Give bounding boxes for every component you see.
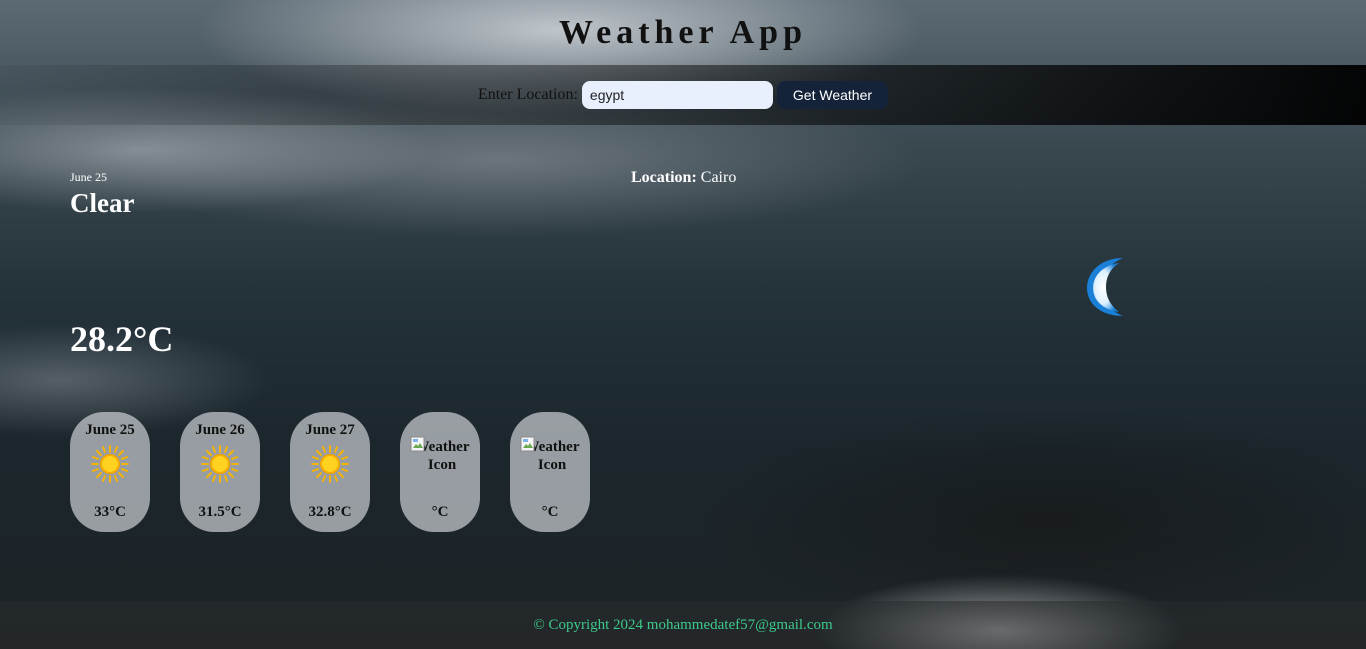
moon-icon xyxy=(1087,258,1123,316)
location-label-bold: Location: xyxy=(631,169,697,186)
current-condition: Clear xyxy=(70,188,135,218)
forecast-temp: 31.5°C xyxy=(198,504,242,520)
forecast-card: Weather Icon °C xyxy=(400,412,480,532)
search-bar: Enter Location: Get Weather xyxy=(0,65,1366,125)
forecast-temp: °C xyxy=(431,504,449,520)
forecast-temp: 33°C xyxy=(94,504,126,520)
footer: © Copyright 2024 mohammedatef57@gmail.co… xyxy=(0,601,1366,649)
forecast-date: June 26 xyxy=(195,422,245,438)
forecast-card: June 27 32.8°C xyxy=(290,412,370,532)
broken-image-glyph xyxy=(410,436,425,452)
sun-icon xyxy=(201,445,239,483)
location-input[interactable] xyxy=(581,81,773,109)
sun-icon xyxy=(91,445,129,483)
broken-image-icon: Weather Icon xyxy=(520,436,584,474)
current-temperature: 28.2°C xyxy=(70,319,174,359)
sun-icon xyxy=(311,445,349,483)
page-title: Weather App xyxy=(558,13,807,51)
copyright-text: © Copyright 2024 mohammedatef57@gmail.co… xyxy=(533,616,833,633)
location-label: Enter Location: xyxy=(477,86,578,103)
forecast-date: June 27 xyxy=(305,422,355,438)
broken-image-icon: Weather Icon xyxy=(410,436,474,474)
current-date: June 25 xyxy=(70,170,107,184)
location-display: Location: Cairo xyxy=(631,169,736,187)
forecast-card: June 26 31.5°C xyxy=(180,412,260,532)
forecast-card: Weather Icon °C xyxy=(510,412,590,532)
forecast-temp: 32.8°C xyxy=(308,504,352,520)
get-weather-button[interactable]: Get Weather xyxy=(776,81,889,109)
forecast-temp: °C xyxy=(541,504,559,520)
header: Weather App xyxy=(0,0,1366,65)
broken-image-glyph xyxy=(520,436,535,452)
forecast-card: June 25 33°C xyxy=(70,412,150,532)
forecast-list: June 25 33°C June 26 31.5°C June 27 32.8… xyxy=(70,412,620,532)
location-value: Cairo xyxy=(700,169,737,186)
forecast-date: June 25 xyxy=(85,422,135,438)
